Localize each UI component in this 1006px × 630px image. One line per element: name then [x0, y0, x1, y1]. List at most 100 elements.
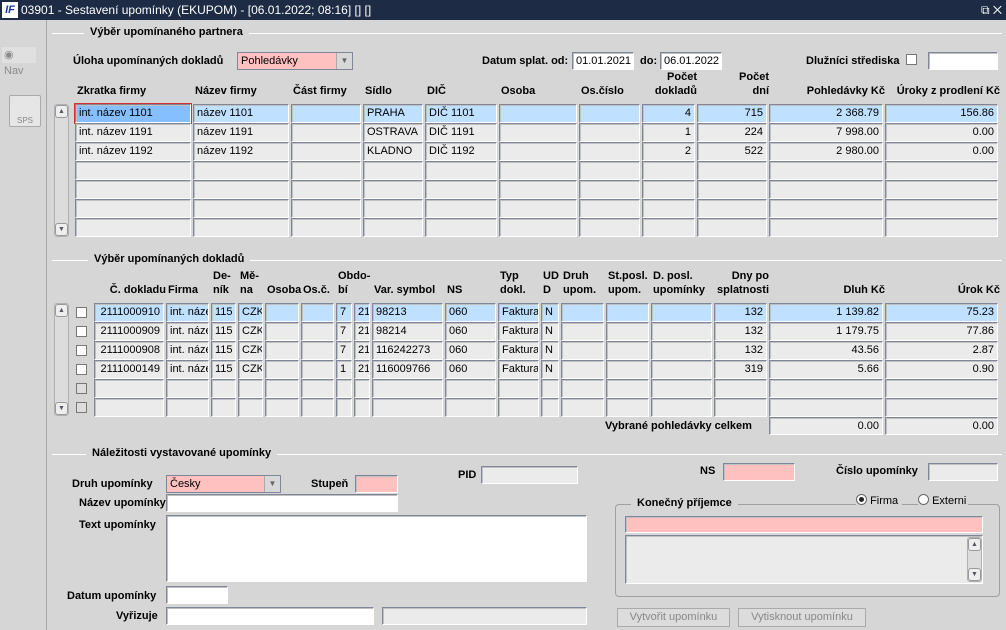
- table-cell[interactable]: [651, 303, 712, 322]
- table-cell[interactable]: 115: [211, 341, 236, 360]
- table-cell[interactable]: Faktura: [498, 360, 539, 379]
- table-cell[interactable]: 2111000908: [94, 341, 164, 360]
- table-cell[interactable]: [336, 379, 352, 398]
- table-cell[interactable]: 21: [354, 303, 370, 322]
- table-cell[interactable]: [425, 218, 497, 237]
- table-cell[interactable]: [651, 341, 712, 360]
- table-cell[interactable]: CZK: [238, 360, 263, 379]
- table-cell[interactable]: [769, 218, 883, 237]
- table-cell[interactable]: [301, 360, 334, 379]
- table-cell[interactable]: [561, 398, 604, 417]
- table-cell[interactable]: DIČ 1191: [425, 123, 497, 142]
- partner-grid-scrollbar[interactable]: ▲ ▼: [54, 104, 69, 237]
- table-cell[interactable]: 98213: [372, 303, 443, 322]
- datum-do-input[interactable]: 06.01.2022: [660, 52, 722, 70]
- datum-od-input[interactable]: 01.01.2021: [572, 52, 634, 70]
- scroll-up-icon[interactable]: ▲: [55, 304, 68, 317]
- table-cell[interactable]: [238, 398, 263, 417]
- table-cell[interactable]: int. náze: [166, 341, 209, 360]
- row-checkbox[interactable]: [76, 326, 87, 337]
- table-cell[interactable]: [499, 123, 577, 142]
- table-cell[interactable]: 132: [714, 303, 767, 322]
- radio-firma[interactable]: Firma: [856, 494, 903, 507]
- table-cell[interactable]: [265, 341, 299, 360]
- table-cell[interactable]: 115: [211, 360, 236, 379]
- nazev-input[interactable]: [166, 494, 398, 512]
- table-cell[interactable]: 116009766: [372, 360, 443, 379]
- table-cell[interactable]: [498, 379, 539, 398]
- table-cell[interactable]: [94, 398, 164, 417]
- table-cell[interactable]: [372, 398, 443, 417]
- table-cell[interactable]: [425, 180, 497, 199]
- table-cell[interactable]: [301, 379, 334, 398]
- table-cell[interactable]: [885, 218, 998, 237]
- row-checkbox[interactable]: [76, 345, 87, 356]
- table-cell[interactable]: 1: [642, 123, 695, 142]
- table-cell[interactable]: [769, 398, 883, 417]
- table-cell[interactable]: 1: [336, 360, 352, 379]
- druh-select[interactable]: Česky ▼: [166, 475, 281, 493]
- create-reminder-button[interactable]: Vytvořit upomínku: [617, 608, 730, 627]
- table-cell[interactable]: [291, 180, 361, 199]
- scroll-down-icon[interactable]: ▼: [968, 568, 981, 581]
- table-cell[interactable]: 115: [211, 303, 236, 322]
- table-cell[interactable]: [579, 218, 640, 237]
- table-cell[interactable]: [642, 218, 695, 237]
- table-cell[interactable]: [336, 398, 352, 417]
- table-cell[interactable]: [541, 379, 559, 398]
- scroll-down-icon[interactable]: ▼: [55, 402, 68, 415]
- table-cell[interactable]: Faktura: [498, 322, 539, 341]
- nav-toggle[interactable]: ◉ Nav: [2, 47, 36, 77]
- table-cell[interactable]: [885, 398, 998, 417]
- table-cell[interactable]: [769, 180, 883, 199]
- table-cell[interactable]: CZK: [238, 341, 263, 360]
- table-cell[interactable]: 0.00: [885, 123, 998, 142]
- table-cell[interactable]: [561, 379, 604, 398]
- table-cell[interactable]: 224: [697, 123, 767, 142]
- table-cell[interactable]: int. náze: [166, 303, 209, 322]
- table-cell[interactable]: [697, 161, 767, 180]
- table-cell[interactable]: [445, 379, 496, 398]
- table-cell[interactable]: 319: [714, 360, 767, 379]
- table-cell[interactable]: 060: [445, 303, 496, 322]
- table-cell[interactable]: [651, 322, 712, 341]
- table-cell[interactable]: 1 179.75: [769, 322, 883, 341]
- table-cell[interactable]: [579, 142, 640, 161]
- table-cell[interactable]: 2111000149: [94, 360, 164, 379]
- table-cell[interactable]: [166, 379, 209, 398]
- cislo-input[interactable]: [928, 463, 998, 481]
- table-cell[interactable]: 7: [336, 303, 352, 322]
- table-cell[interactable]: [697, 180, 767, 199]
- table-cell[interactable]: [363, 199, 423, 218]
- table-cell[interactable]: [75, 218, 191, 237]
- scroll-up-icon[interactable]: ▲: [55, 105, 68, 118]
- table-cell[interactable]: [651, 360, 712, 379]
- table-cell[interactable]: int. název 1192: [75, 142, 191, 161]
- table-cell[interactable]: 156.86: [885, 104, 998, 123]
- table-cell[interactable]: 116242273: [372, 341, 443, 360]
- table-cell[interactable]: 7: [336, 341, 352, 360]
- table-cell[interactable]: [193, 199, 289, 218]
- table-cell[interactable]: OSTRAVA: [363, 123, 423, 142]
- table-cell[interactable]: 2111000909: [94, 322, 164, 341]
- table-cell[interactable]: [166, 398, 209, 417]
- radio-externi[interactable]: Externi: [918, 494, 969, 507]
- table-cell[interactable]: 4: [642, 104, 695, 123]
- table-cell[interactable]: 0.90: [885, 360, 998, 379]
- table-cell[interactable]: [425, 161, 497, 180]
- table-cell[interactable]: [642, 161, 695, 180]
- table-cell[interactable]: 132: [714, 322, 767, 341]
- table-cell[interactable]: [75, 161, 191, 180]
- row-checkbox[interactable]: [76, 364, 87, 375]
- table-cell[interactable]: 2: [642, 142, 695, 161]
- table-cell[interactable]: int. náze: [166, 360, 209, 379]
- table-cell[interactable]: 060: [445, 341, 496, 360]
- table-cell[interactable]: [606, 360, 649, 379]
- table-cell[interactable]: CZK: [238, 303, 263, 322]
- table-cell[interactable]: [265, 322, 299, 341]
- table-cell[interactable]: N: [541, 360, 559, 379]
- table-cell[interactable]: [561, 303, 604, 322]
- table-cell[interactable]: [885, 180, 998, 199]
- pid-input[interactable]: [481, 466, 578, 484]
- table-cell[interactable]: N: [541, 322, 559, 341]
